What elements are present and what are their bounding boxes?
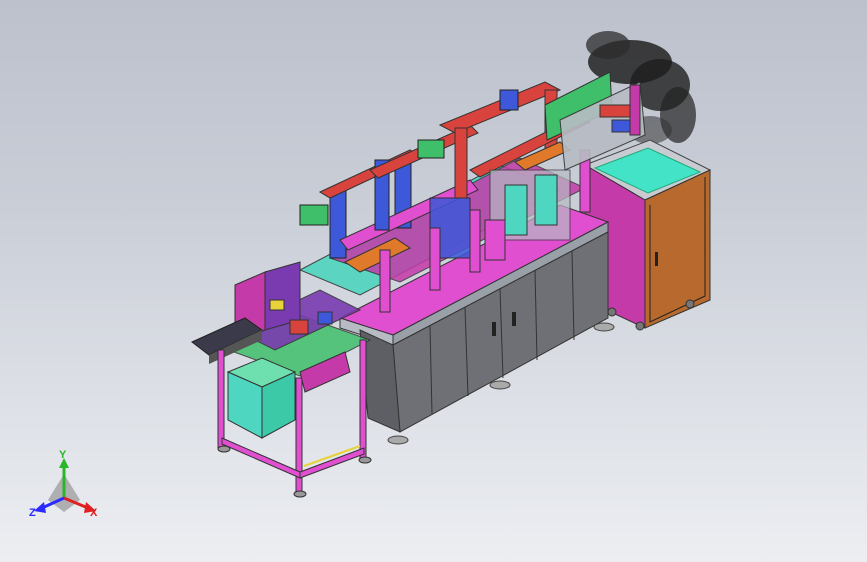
- xyz-triad[interactable]: Y X Z: [29, 449, 98, 519]
- door-handle: [492, 322, 496, 336]
- y-axis-label: Y: [59, 449, 67, 461]
- left-feeding-frame[interactable]: [191, 261, 372, 498]
- door-handle: [512, 312, 516, 326]
- cad-viewport[interactable]: Y X Z: [0, 0, 867, 562]
- cabinet-handle: [655, 252, 658, 266]
- x-axis-label: X: [90, 507, 98, 519]
- z-axis-label: Z: [29, 507, 36, 519]
